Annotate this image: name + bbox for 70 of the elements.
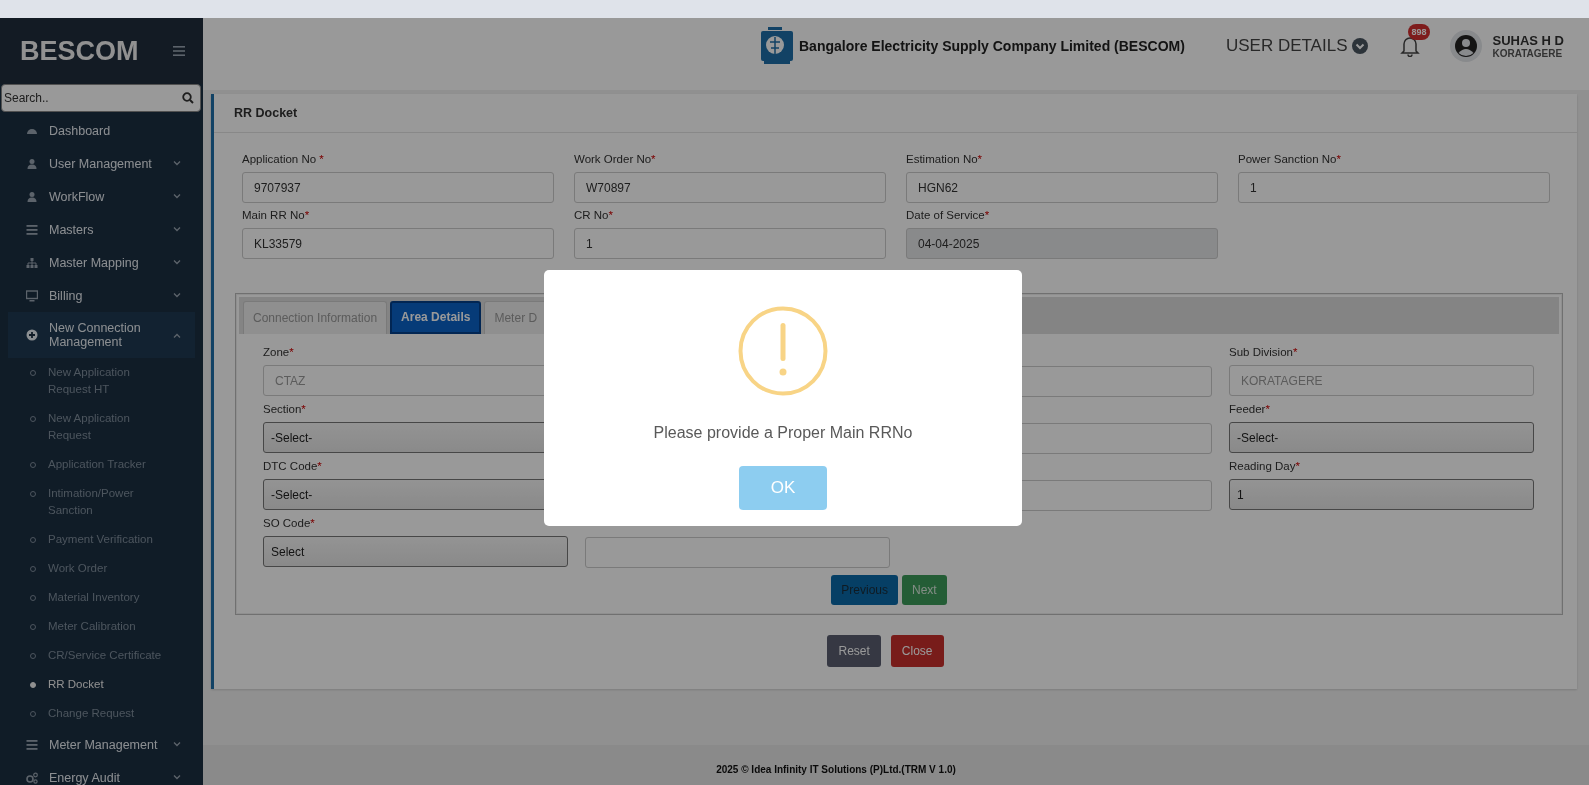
field-label: Zone* xyxy=(263,346,295,358)
field-label: Sub Division* xyxy=(1229,346,1299,358)
gears-icon xyxy=(26,771,38,784)
chevron-icon xyxy=(173,775,181,780)
chevron-icon xyxy=(173,332,181,338)
chevron-icon xyxy=(173,742,181,747)
plus-circle-icon xyxy=(26,329,38,341)
input-field[interactable]: W70897 xyxy=(574,172,886,203)
field-label: DTC Code* xyxy=(263,460,323,472)
input-field[interactable]: 9707937 xyxy=(242,172,554,203)
menu-item[interactable]: Dashboard xyxy=(8,114,195,147)
chevron-icon xyxy=(173,161,181,166)
user-icon xyxy=(26,190,38,203)
user-location: KORATAGERE xyxy=(1492,48,1564,59)
submenu-item[interactable]: RR Docket xyxy=(0,670,203,699)
field-label: Power Sanction No* xyxy=(1238,153,1342,165)
monitor-icon xyxy=(26,289,38,302)
alert-message: Please provide a Proper Main RRNo xyxy=(653,424,913,442)
field-label: Estimation No* xyxy=(906,153,984,165)
menu-item[interactable]: Master Mapping xyxy=(8,246,195,279)
field-label: Date of Service* xyxy=(906,209,991,221)
notification-count: 898 xyxy=(1408,24,1430,40)
input-field[interactable]: KL33579 xyxy=(242,228,554,259)
company-logo-icon xyxy=(760,27,794,65)
menu-item[interactable]: WorkFlow xyxy=(8,180,195,213)
field-label: Section* xyxy=(263,403,307,415)
menu-item[interactable]: New Connection Management xyxy=(8,312,195,358)
tab[interactable]: Area Details xyxy=(390,301,482,334)
close-button[interactable]: Close xyxy=(890,635,944,667)
field-label: Reading Day* xyxy=(1229,460,1301,472)
menu-item[interactable]: Meter Management xyxy=(8,728,195,761)
field-label: Feeder* xyxy=(1229,403,1271,415)
input-field[interactable]: HGN62 xyxy=(906,172,1218,203)
page-title: RR Docket xyxy=(234,106,298,120)
user-icon xyxy=(26,157,38,170)
menu-icon[interactable] xyxy=(173,46,185,56)
copyright-text: 2025 © Idea Infinity IT Solutions (P)Ltd.(TRM V 1.0) xyxy=(716,764,956,775)
input-field[interactable]: 1 xyxy=(1238,172,1550,203)
avatar-icon[interactable] xyxy=(1450,30,1483,62)
chevron-icon xyxy=(173,293,181,298)
select-field[interactable]: -Select- xyxy=(1229,422,1534,453)
menu-item[interactable]: Energy Audit xyxy=(8,761,195,785)
user-name: SUHAS H D xyxy=(1492,33,1564,48)
brand-logo-text: BESCOM xyxy=(20,35,139,67)
search-field[interactable]: Search.. xyxy=(1,84,201,112)
input-field[interactable]: 1 xyxy=(574,228,886,259)
reset-button[interactable]: Reset xyxy=(827,635,881,667)
field-label: Main RR No* xyxy=(242,209,311,221)
search-icon[interactable] xyxy=(182,92,194,104)
chevron-icon xyxy=(173,260,181,265)
company-name: Bangalore Electricity Supply Company Limited (BESCOM) xyxy=(799,38,1185,54)
field-label: CR No* xyxy=(574,209,614,221)
field-label: SO Code* xyxy=(263,517,316,529)
field-label: Work Order No* xyxy=(574,153,657,165)
menu-item[interactable]: User Management xyxy=(8,147,195,180)
chevron-circle-icon xyxy=(1352,38,1369,54)
menu-item[interactable]: Masters xyxy=(8,213,195,246)
bell-icon[interactable] xyxy=(1400,35,1421,57)
sitemap-icon xyxy=(26,256,38,269)
select-field[interactable]: 1 xyxy=(1229,479,1534,510)
list-icon xyxy=(26,738,38,751)
warning-icon xyxy=(738,306,828,396)
field-label: Application No * xyxy=(242,153,325,165)
chevron-icon xyxy=(173,194,181,199)
user-details-menu[interactable]: USER DETAILS xyxy=(1225,36,1369,56)
chevron-icon xyxy=(173,227,181,232)
input-field[interactable] xyxy=(585,537,890,568)
menu-item[interactable]: Billing xyxy=(8,279,195,312)
list-icon xyxy=(26,223,38,236)
select-field[interactable]: Select xyxy=(263,536,568,567)
